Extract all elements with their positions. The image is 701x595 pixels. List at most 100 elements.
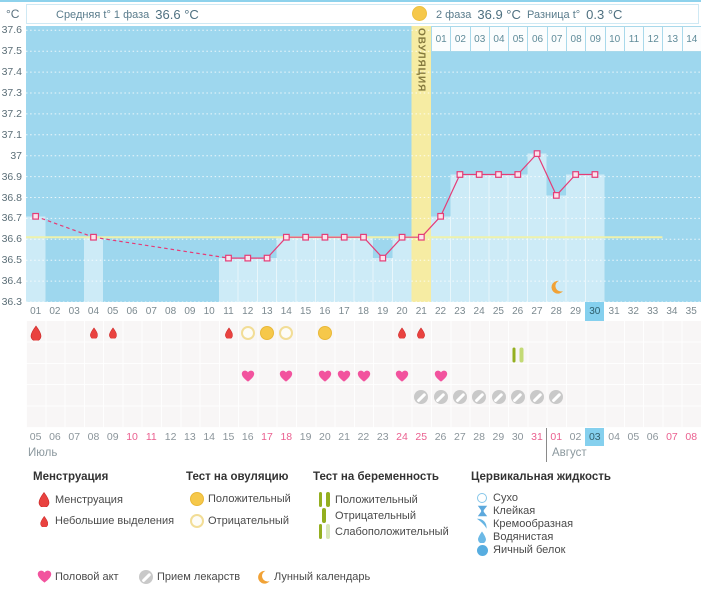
temp-marker-day-29[interactable] [572,171,580,178]
cycle-day-08[interactable]: 08 [161,302,180,321]
cycle-day-22[interactable]: 22 [431,302,450,321]
cycle-day-13[interactable]: 13 [257,302,276,321]
calendar-date-07[interactable]: 07 [65,428,84,446]
cycle-day-25[interactable]: 25 [489,302,508,321]
calendar-date-01[interactable]: 01 [547,428,566,446]
cycle-day-18[interactable]: 18 [354,302,373,321]
temp-marker-day-11[interactable] [225,254,232,262]
medication-icon-day-21[interactable] [414,390,429,404]
medication-icon-day-27[interactable] [530,390,545,404]
cycle-day-34[interactable]: 34 [662,302,681,321]
calendar-date-08[interactable]: 08 [84,428,103,446]
intercourse-icon-day-16[interactable] [318,370,332,382]
cycle-day-02[interactable]: 02 [45,302,64,321]
menstruation-icon-day-4[interactable] [89,327,98,339]
intercourse-icon-day-14[interactable] [280,370,293,382]
calendar-date-24[interactable]: 24 [392,428,411,446]
cycle-day-32[interactable]: 32 [624,302,643,321]
cycle-day-20[interactable]: 20 [392,302,411,321]
menstruation-icon-day-21[interactable] [417,327,426,339]
temp-marker-day-28[interactable] [552,192,560,199]
calendar-date-03[interactable]: 03 [585,428,605,446]
cycle-day-29[interactable]: 29 [566,302,585,321]
cycle-day-12[interactable]: 12 [238,302,257,321]
calendar-date-04[interactable]: 04 [604,428,623,446]
cycle-day-09[interactable]: 09 [180,302,199,321]
calendar-date-02[interactable]: 02 [566,428,585,446]
ovulation-test-negative-icon-day-12[interactable] [240,326,255,340]
temp-marker-day-15[interactable] [302,233,310,241]
calendar-date-16[interactable]: 16 [238,428,257,446]
cycle-day-21[interactable]: 21 [412,302,431,321]
calendar-date-25[interactable]: 25 [412,428,431,446]
cycle-day-26[interactable]: 26 [508,302,527,321]
intercourse-icon-day-22[interactable] [434,370,447,382]
temp-marker-day-26[interactable] [514,171,522,178]
medication-icon-day-24[interactable] [472,390,487,404]
temp-marker-day-25[interactable] [495,171,502,178]
cycle-day-07[interactable]: 07 [142,302,161,321]
calendar-date-12[interactable]: 12 [161,428,180,446]
pregnancy-test-weak_positive-icon-day-26[interactable] [512,347,524,363]
menstruation-icon-day-11[interactable] [224,327,233,339]
medication-icon-day-26[interactable] [510,390,525,404]
calendar-date-18[interactable]: 18 [277,428,296,446]
temp-marker-day-4[interactable] [90,233,97,241]
medication-icon-day-25[interactable] [491,390,506,404]
calendar-date-05[interactable]: 05 [624,428,643,446]
ovulation-day-dot-icon[interactable] [412,6,427,21]
bbt-chart[interactable] [26,26,701,302]
cycle-day-19[interactable]: 19 [373,302,392,321]
medication-icon-day-23[interactable] [452,390,467,404]
calendar-date-30[interactable]: 30 [508,428,527,446]
cycle-day-04[interactable]: 04 [84,302,103,321]
calendar-date-31[interactable]: 31 [527,428,546,446]
calendar-date-07[interactable]: 07 [662,428,681,446]
menstruation-icon-day-5[interactable] [108,327,118,339]
temp-marker-day-30[interactable] [591,171,599,178]
temp-marker-day-1[interactable] [32,212,40,220]
cycle-day-01[interactable]: 01 [26,302,45,321]
temp-marker-day-14[interactable] [282,233,290,241]
calendar-date-09[interactable]: 09 [103,428,122,446]
cycle-day-03[interactable]: 03 [65,302,84,321]
calendar-date-15[interactable]: 15 [219,428,238,446]
temp-marker-day-24[interactable] [475,171,483,178]
temp-marker-day-20[interactable] [398,233,406,241]
calendar-date-19[interactable]: 19 [296,428,315,446]
calendar-date-23[interactable]: 23 [373,428,392,446]
intercourse-icon-day-20[interactable] [395,370,409,382]
temp-marker-day-18[interactable] [360,233,367,241]
calendar-date-21[interactable]: 21 [335,428,354,446]
calendar-date-28[interactable]: 28 [469,428,488,446]
cycle-day-05[interactable]: 05 [103,302,122,321]
ovulation-test-negative-icon-day-14[interactable] [279,326,294,340]
calendar-date-26[interactable]: 26 [431,428,450,446]
temp-marker-day-19[interactable] [379,254,387,262]
cycle-day-16[interactable]: 16 [315,302,334,321]
calendar-date-14[interactable]: 14 [200,428,219,446]
temp-marker-day-22[interactable] [437,212,445,220]
cycle-day-27[interactable]: 27 [527,302,546,321]
menstruation-icon-day-20[interactable] [398,327,407,339]
calendar-date-20[interactable]: 20 [315,428,334,446]
temp-marker-day-13[interactable] [263,254,271,262]
cycle-day-31[interactable]: 31 [604,302,623,321]
calendar-date-06[interactable]: 06 [45,428,64,446]
temp-marker-day-17[interactable] [340,233,348,241]
calendar-date-10[interactable]: 10 [122,428,141,446]
cycle-day-14[interactable]: 14 [277,302,296,321]
intercourse-icon-day-12[interactable] [241,370,254,382]
cycle-day-06[interactable]: 06 [122,302,141,321]
ovulation-test-positive-icon-day-16[interactable] [317,326,332,340]
calendar-date-27[interactable]: 27 [450,428,469,446]
intercourse-icon-day-18[interactable] [357,370,370,382]
cycle-day-30[interactable]: 30 [585,302,605,321]
temp-marker-day-16[interactable] [321,233,329,241]
cycle-day-28[interactable]: 28 [547,302,566,321]
calendar-date-22[interactable]: 22 [354,428,373,446]
cycle-day-35[interactable]: 35 [682,302,701,321]
cycle-day-10[interactable]: 10 [200,302,219,321]
calendar-date-08[interactable]: 08 [682,428,701,446]
medication-icon-day-28[interactable] [549,390,564,404]
